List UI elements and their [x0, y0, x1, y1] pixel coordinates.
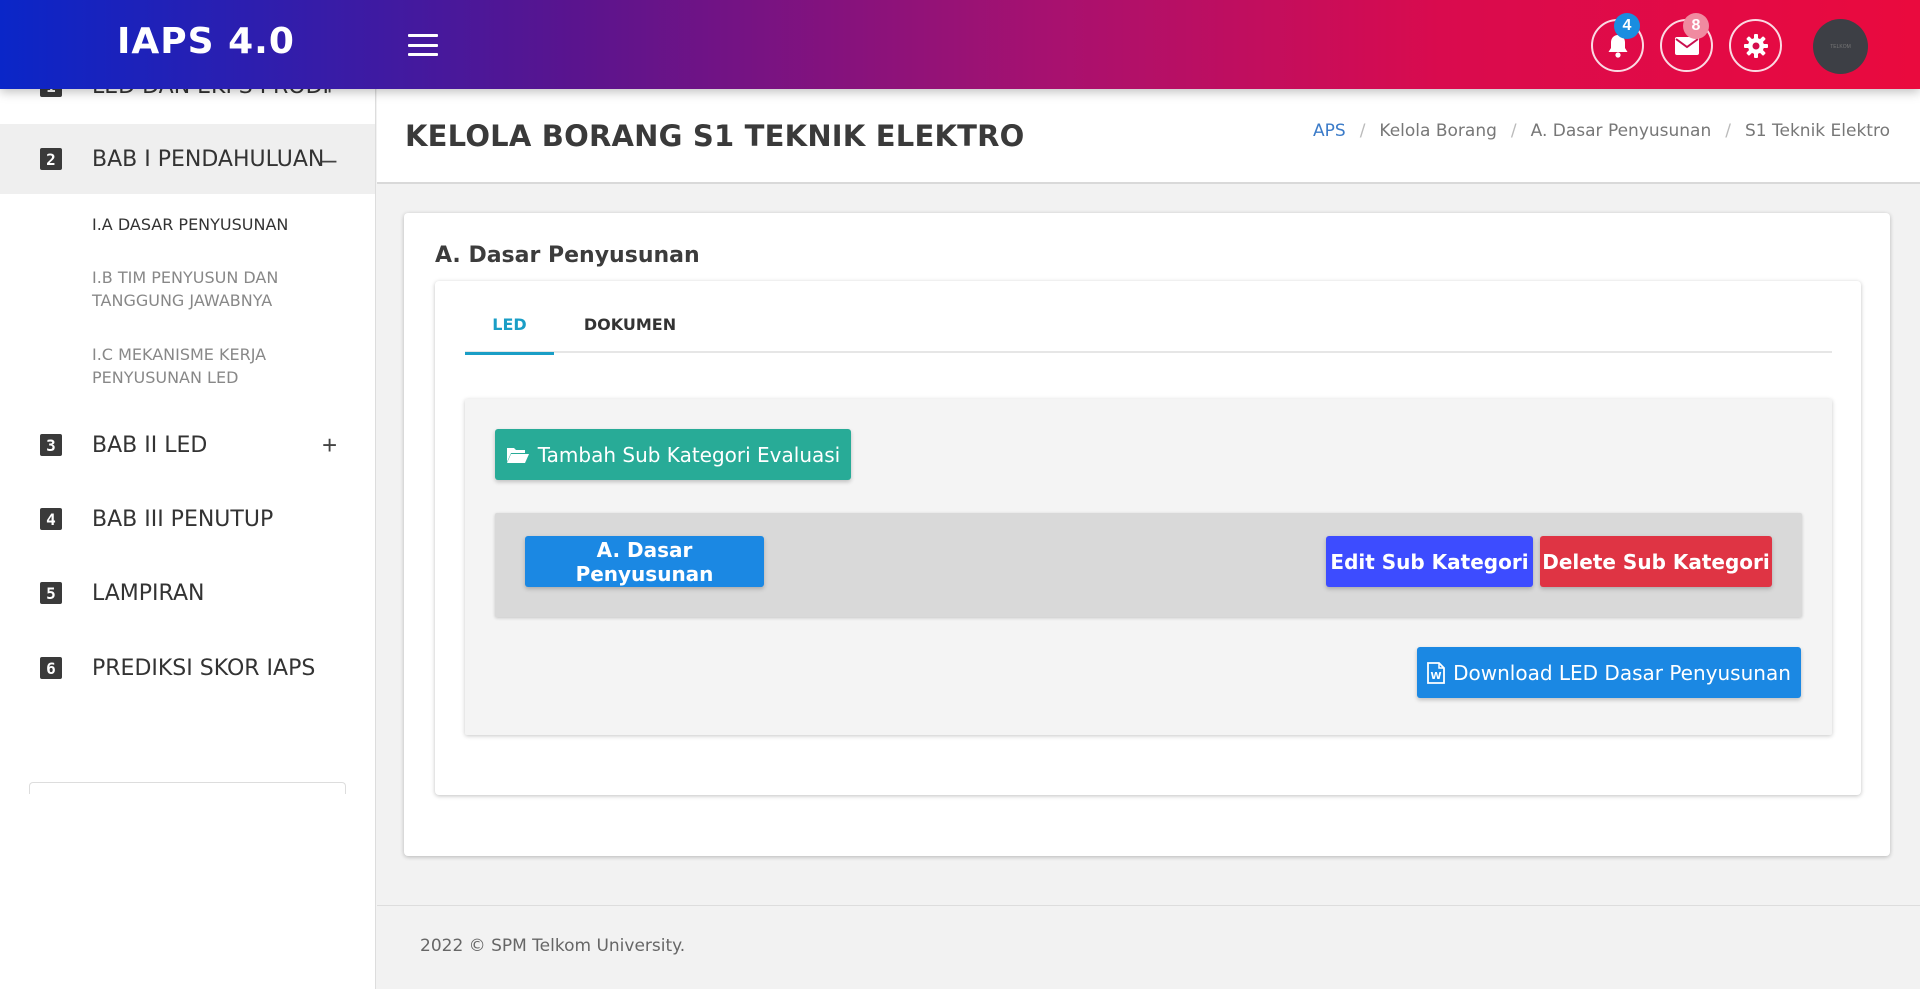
hamburger-menu-icon[interactable]: [408, 34, 438, 56]
tab-dokumen[interactable]: DOKUMEN: [575, 315, 685, 355]
led-tab-panel: Tambah Sub Kategori Evaluasi A. Dasar Pe…: [465, 399, 1832, 735]
folder-open-icon: [506, 446, 530, 464]
sidebar-item-label: BAB II LED: [92, 432, 208, 458]
add-sub-category-label: Tambah Sub Kategori Evaluasi: [537, 442, 841, 467]
breadcrumb-item-aps[interactable]: APS: [1313, 121, 1346, 141]
tab-led[interactable]: LED: [465, 315, 554, 355]
download-led-button[interactable]: W Download LED Dasar Penyusunan: [1417, 647, 1801, 698]
page-title: KELOLA BORANG S1 TEKNIK ELEKTRO: [405, 119, 1025, 153]
sidebar-item-label: PREDIKSI SKOR IAPS: [92, 655, 316, 681]
collapse-icon[interactable]: –: [322, 144, 336, 175]
breadcrumb-item-dasar-penyusunan: A. Dasar Penyusunan: [1530, 121, 1712, 141]
sub-category-row: A. Dasar Penyusunan Edit Sub Kategori De…: [495, 513, 1802, 617]
user-avatar[interactable]: TELKOM: [1813, 19, 1868, 74]
settings-button[interactable]: [1729, 19, 1782, 72]
svg-text:W: W: [1431, 671, 1442, 682]
messages-button[interactable]: 8: [1660, 13, 1713, 72]
messages-count-badge: 8: [1683, 13, 1709, 39]
sidebar-item-number: 4: [40, 508, 62, 530]
sidebar-item-number: 3: [40, 434, 62, 456]
sidebar-item-label: BAB I PENDAHULUAN: [92, 146, 325, 172]
sidebar-subitem-tim-penyusun[interactable]: I.B TIM PENYUSUN DAN TANGGUNG JAWABNYA: [92, 266, 342, 312]
tab-bar: LED DOKUMEN: [465, 315, 1832, 355]
avatar-text: TELKOM: [1830, 43, 1851, 50]
sidebar-item-bab-1[interactable]: 2 BAB I PENDAHULUAN –: [0, 124, 375, 194]
sidebar-item-number: 6: [40, 657, 62, 679]
sidebar-item-label: BAB III PENUTUP: [92, 506, 274, 532]
page-header: KELOLA BORANG S1 TEKNIK ELEKTRO APS / Ke…: [377, 89, 1920, 184]
sidebar-item-bab-2[interactable]: 3 BAB II LED +: [0, 410, 375, 480]
gear-icon: [1743, 33, 1768, 58]
download-led-label: Download LED Dasar Penyusunan: [1453, 660, 1791, 685]
breadcrumb-separator: /: [1725, 121, 1731, 141]
add-sub-category-button[interactable]: Tambah Sub Kategori Evaluasi: [495, 429, 851, 480]
breadcrumb: APS / Kelola Borang / A. Dasar Penyusuna…: [1313, 121, 1890, 141]
sidebar-panel: [29, 782, 346, 794]
breadcrumb-item-prodi: S1 Teknik Elektro: [1744, 121, 1890, 141]
top-navbar: IAPS 4.0 4 8 TELKOM: [0, 0, 1920, 89]
sidebar: 1 LED DAN EKPS PRODI + 2 BAB I PENDAHULU…: [0, 0, 376, 989]
app-title: IAPS 4.0: [117, 21, 295, 62]
breadcrumb-separator: /: [1359, 121, 1366, 141]
delete-sub-category-button[interactable]: Delete Sub Kategori: [1540, 536, 1772, 587]
tabs-card: LED DOKUMEN Tambah Sub Kategori Evaluasi…: [435, 281, 1861, 795]
breadcrumb-item-kelola-borang: Kelola Borang: [1379, 121, 1497, 141]
sidebar-item-number: 2: [40, 148, 62, 170]
edit-sub-category-button[interactable]: Edit Sub Kategori: [1326, 536, 1533, 587]
sidebar-subitem-dasar-penyusunan[interactable]: I.A DASAR PENYUSUNAN: [92, 213, 342, 236]
word-file-icon: W: [1427, 661, 1446, 684]
sidebar-item-bab-3[interactable]: 4 BAB III PENUTUP: [0, 484, 375, 554]
footer: 2022 © SPM Telkom University.: [377, 905, 1920, 989]
expand-icon[interactable]: +: [322, 430, 337, 461]
sidebar-item-prediksi-skor[interactable]: 6 PREDIKSI SKOR IAPS: [0, 633, 375, 703]
sidebar-subitem-mekanisme-kerja[interactable]: I.C MEKANISME KERJA PENYUSUNAN LED: [92, 343, 342, 389]
notifications-count-badge: 4: [1614, 13, 1640, 39]
sub-category-name-button[interactable]: A. Dasar Penyusunan: [525, 536, 764, 587]
sidebar-item-number: 5: [40, 582, 62, 604]
sidebar-item-lampiran[interactable]: 5 LAMPIRAN: [0, 558, 375, 628]
notifications-button[interactable]: 4: [1591, 13, 1644, 72]
sidebar-item-label: LAMPIRAN: [92, 580, 205, 606]
footer-copyright: 2022 © SPM Telkom University.: [420, 936, 686, 956]
card-title: A. Dasar Penyusunan: [435, 243, 700, 268]
main-card: A. Dasar Penyusunan LED DOKUMEN Tambah S…: [404, 213, 1890, 856]
breadcrumb-separator: /: [1510, 121, 1517, 141]
